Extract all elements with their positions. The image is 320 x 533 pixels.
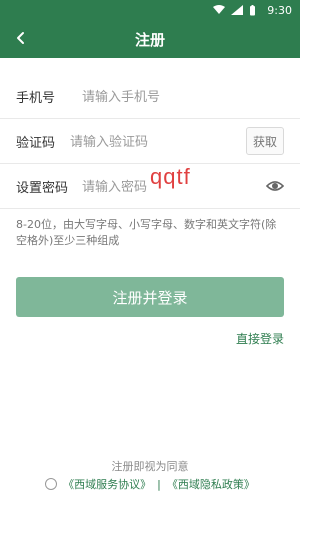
code-label: 验证码 [16,135,56,151]
phone-label: 手机号 [16,90,56,106]
code-row: 验证码 获取 [0,119,300,164]
agreement-radio[interactable] [45,478,58,490]
agreement-separator: | [157,477,161,491]
page-title: 注册 [134,30,165,49]
code-input[interactable] [70,133,246,149]
register-form: 手机号 验证码 获取 设置密码 8-20位，由大写字母、小写字母、数字和英文字符… [0,74,300,249]
phone-row: 手机号 [0,74,300,119]
signal-icon [231,5,244,15]
eye-icon[interactable] [266,177,284,195]
battery-icon [249,5,261,16]
phone-input[interactable] [82,88,284,104]
chevron-left-icon [14,30,28,49]
password-hint: 8-20位，由大写字母、小写字母、数字和英文字符(除空格外)至少三种组成 [16,218,277,247]
wifi-icon [213,5,226,15]
status-time: 9:30 [267,3,292,17]
status-bar: 9:30 [0,0,300,20]
register-login-button[interactable]: 注册并登录 [16,277,284,317]
agreement-prefix: 注册即视为同意 [111,460,189,473]
password-label: 设置密码 [16,180,69,196]
agreement-links: 《西域服务协议》 | 《西域隐私政策》 [0,476,300,492]
watermark-text: qqtf [150,164,191,189]
direct-login-link[interactable]: 直接登录 [236,330,284,347]
app-bar: 注册 [0,20,300,58]
service-agreement-link[interactable]: 《西域服务协议》 [63,476,151,492]
get-code-button[interactable]: 获取 [246,127,284,155]
back-button[interactable] [10,28,32,50]
privacy-policy-link[interactable]: 《西域隐私政策》 [167,476,255,492]
